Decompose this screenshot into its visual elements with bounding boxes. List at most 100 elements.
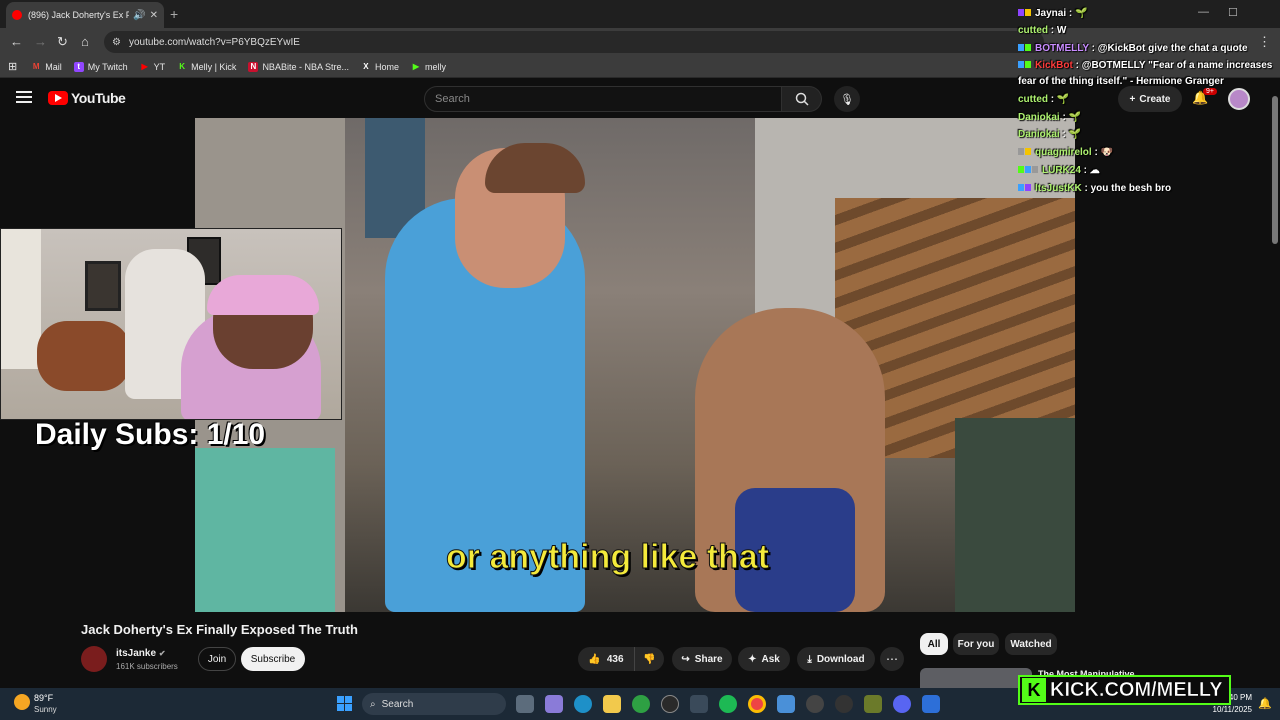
more-actions-icon[interactable]: ⋯ [880, 647, 904, 671]
share-button[interactable]: ↪ Share [672, 647, 732, 671]
chat-message: LURK24 : ☁ [1018, 165, 1100, 176]
taskbar-date[interactable]: 10/11/2025 [1206, 705, 1252, 714]
discord-icon[interactable] [893, 695, 911, 713]
video-person-hair [485, 143, 585, 193]
media-player-icon[interactable] [806, 695, 824, 713]
chat-message: KickBot : @BOTMELLY "Fear of a name incr… [1018, 60, 1272, 71]
steam-icon[interactable] [661, 695, 679, 713]
chat-badges-icon [1018, 147, 1032, 158]
chat-badges-icon [1018, 8, 1032, 19]
webcam-wall-art [85, 261, 121, 311]
bookmark-nbabite[interactable]: N NBABite - NBA Stre... [248, 61, 349, 72]
webcam-bonnet [207, 275, 319, 315]
taskbar-search[interactable]: ⌕ Search [362, 693, 506, 715]
chat-message: cutted : 🌱 [1018, 94, 1070, 105]
subscriber-count: 161K subscribers [116, 662, 178, 671]
speaker-icon[interactable]: 🔊 [133, 10, 145, 21]
page-scrollbar[interactable] [1272, 96, 1278, 244]
xbox-icon[interactable] [632, 695, 650, 713]
search-input[interactable]: Search [424, 86, 782, 112]
chip-for-you[interactable]: For you [953, 633, 999, 655]
bookmark-melly[interactable]: ▶ melly [411, 62, 446, 72]
copilot-icon[interactable] [545, 695, 563, 713]
minimize-icon[interactable]: — [1198, 6, 1209, 18]
chat-message: BOTMELLY : @KickBot give the chat a quot… [1018, 43, 1248, 54]
notification-center-icon[interactable]: 🔔 [1258, 697, 1272, 710]
windows-start-icon[interactable] [337, 696, 353, 712]
maximize-icon[interactable]: ☐ [1228, 6, 1238, 19]
channel-name[interactable]: itsJanke ✔ [116, 648, 166, 659]
chat-message: Daniokai : 🌱 [1018, 112, 1082, 123]
bookmark-my-twitch[interactable]: t My Twitch [73, 61, 128, 72]
chat-badges-icon [1018, 60, 1032, 71]
video-title: Jack Doherty's Ex Finally Exposed The Tr… [81, 622, 358, 637]
weather-condition: Sunny [34, 705, 57, 714]
url-field[interactable]: ⚙ youtube.com/watch?v=P6YBQzEYwIE [104, 31, 1044, 53]
microphone-icon: 🎙 [840, 93, 854, 106]
chip-watched[interactable]: Watched [1005, 633, 1057, 655]
plus-icon: + [1129, 93, 1136, 105]
file-explorer-icon[interactable] [603, 695, 621, 713]
browser-menu-icon[interactable]: ⋮ [1258, 34, 1271, 50]
gmail-icon: M [32, 62, 40, 71]
url-text: youtube.com/watch?v=P6YBQzEYwIE [128, 36, 300, 48]
obs-icon[interactable] [835, 695, 853, 713]
video-graffiti-wall [955, 418, 1075, 612]
chat-message: cutted : W [1018, 25, 1067, 36]
edge-icon[interactable] [574, 695, 592, 713]
youtube-play-icon [48, 91, 68, 105]
download-button[interactable]: ⤓ Download [797, 647, 875, 671]
streamer-webcam [0, 228, 342, 420]
tab-title: (896) Jack Doherty's Ex Fina [28, 10, 130, 20]
account-avatar[interactable] [1228, 88, 1250, 110]
sun-weather-icon[interactable] [14, 694, 30, 710]
chip-all[interactable]: All [920, 633, 948, 655]
nba-icon: N [248, 61, 259, 72]
back-icon[interactable]: ← [10, 34, 23, 49]
new-tab-icon[interactable]: + [170, 6, 178, 22]
kick-icon: K [179, 62, 185, 71]
store-icon[interactable] [690, 695, 708, 713]
webcam-bean-bag [37, 321, 131, 391]
browser-tab[interactable]: (896) Jack Doherty's Ex Fina 🔊 ✕ [6, 2, 164, 28]
voice-search-button[interactable]: 🎙 [834, 86, 860, 112]
apps-grid-icon[interactable]: ⊞ [8, 60, 17, 73]
bookmark-home[interactable]: X Home [361, 62, 399, 72]
browser-tab-bar: (896) Jack Doherty's Ex Fina 🔊 ✕ + — ☐ [0, 0, 1280, 28]
chrome-icon[interactable] [748, 695, 766, 713]
create-button[interactable]: + Create [1118, 86, 1182, 112]
dislike-button[interactable]: 👎 [634, 647, 664, 671]
bookmark-mail[interactable]: M Mail [31, 62, 62, 72]
site-info-icon[interactable]: ⚙ [112, 37, 121, 48]
like-button[interactable]: 👍 436 [578, 647, 634, 671]
home-icon[interactable]: ⌂ [81, 34, 89, 49]
chat-message: quagmirelol : 🐶 [1018, 147, 1113, 158]
channel-avatar[interactable] [81, 646, 107, 672]
close-tab-icon[interactable]: ✕ [150, 10, 158, 21]
hamburger-menu-icon[interactable] [16, 91, 32, 103]
bookmark-yt[interactable]: ▶ YT [140, 62, 166, 72]
spotify-icon[interactable] [719, 695, 737, 713]
task-view-icon[interactable] [516, 695, 534, 713]
bookmark-melly-kick[interactable]: K Melly | Kick [177, 62, 236, 72]
video-teal-cart [195, 448, 335, 612]
app-icon[interactable] [864, 695, 882, 713]
ask-button[interactable]: ✦ Ask [738, 647, 790, 671]
subscribe-button[interactable]: Subscribe [241, 647, 305, 671]
search-icon: ⌕ [370, 698, 376, 710]
join-button[interactable]: Join [198, 647, 236, 671]
share-icon: ↪ [681, 653, 690, 665]
reload-icon[interactable]: ↻ [57, 34, 68, 50]
forward-icon[interactable]: → [34, 34, 47, 49]
twitch-icon: t [73, 61, 84, 72]
chat-message-continued: fear of the thing itself." - Hermione Gr… [1018, 76, 1224, 87]
kick-icon: ▶ [412, 62, 420, 71]
search-button[interactable] [782, 86, 822, 112]
video-caption: or anything like that [445, 538, 770, 577]
photos-icon[interactable] [777, 695, 795, 713]
weather-temperature: 89°F [34, 693, 54, 703]
app-icon-blue[interactable] [922, 695, 940, 713]
search-icon [795, 92, 809, 106]
youtube-logo[interactable]: YouTube [48, 90, 126, 106]
chat-badges-icon [1018, 165, 1039, 176]
